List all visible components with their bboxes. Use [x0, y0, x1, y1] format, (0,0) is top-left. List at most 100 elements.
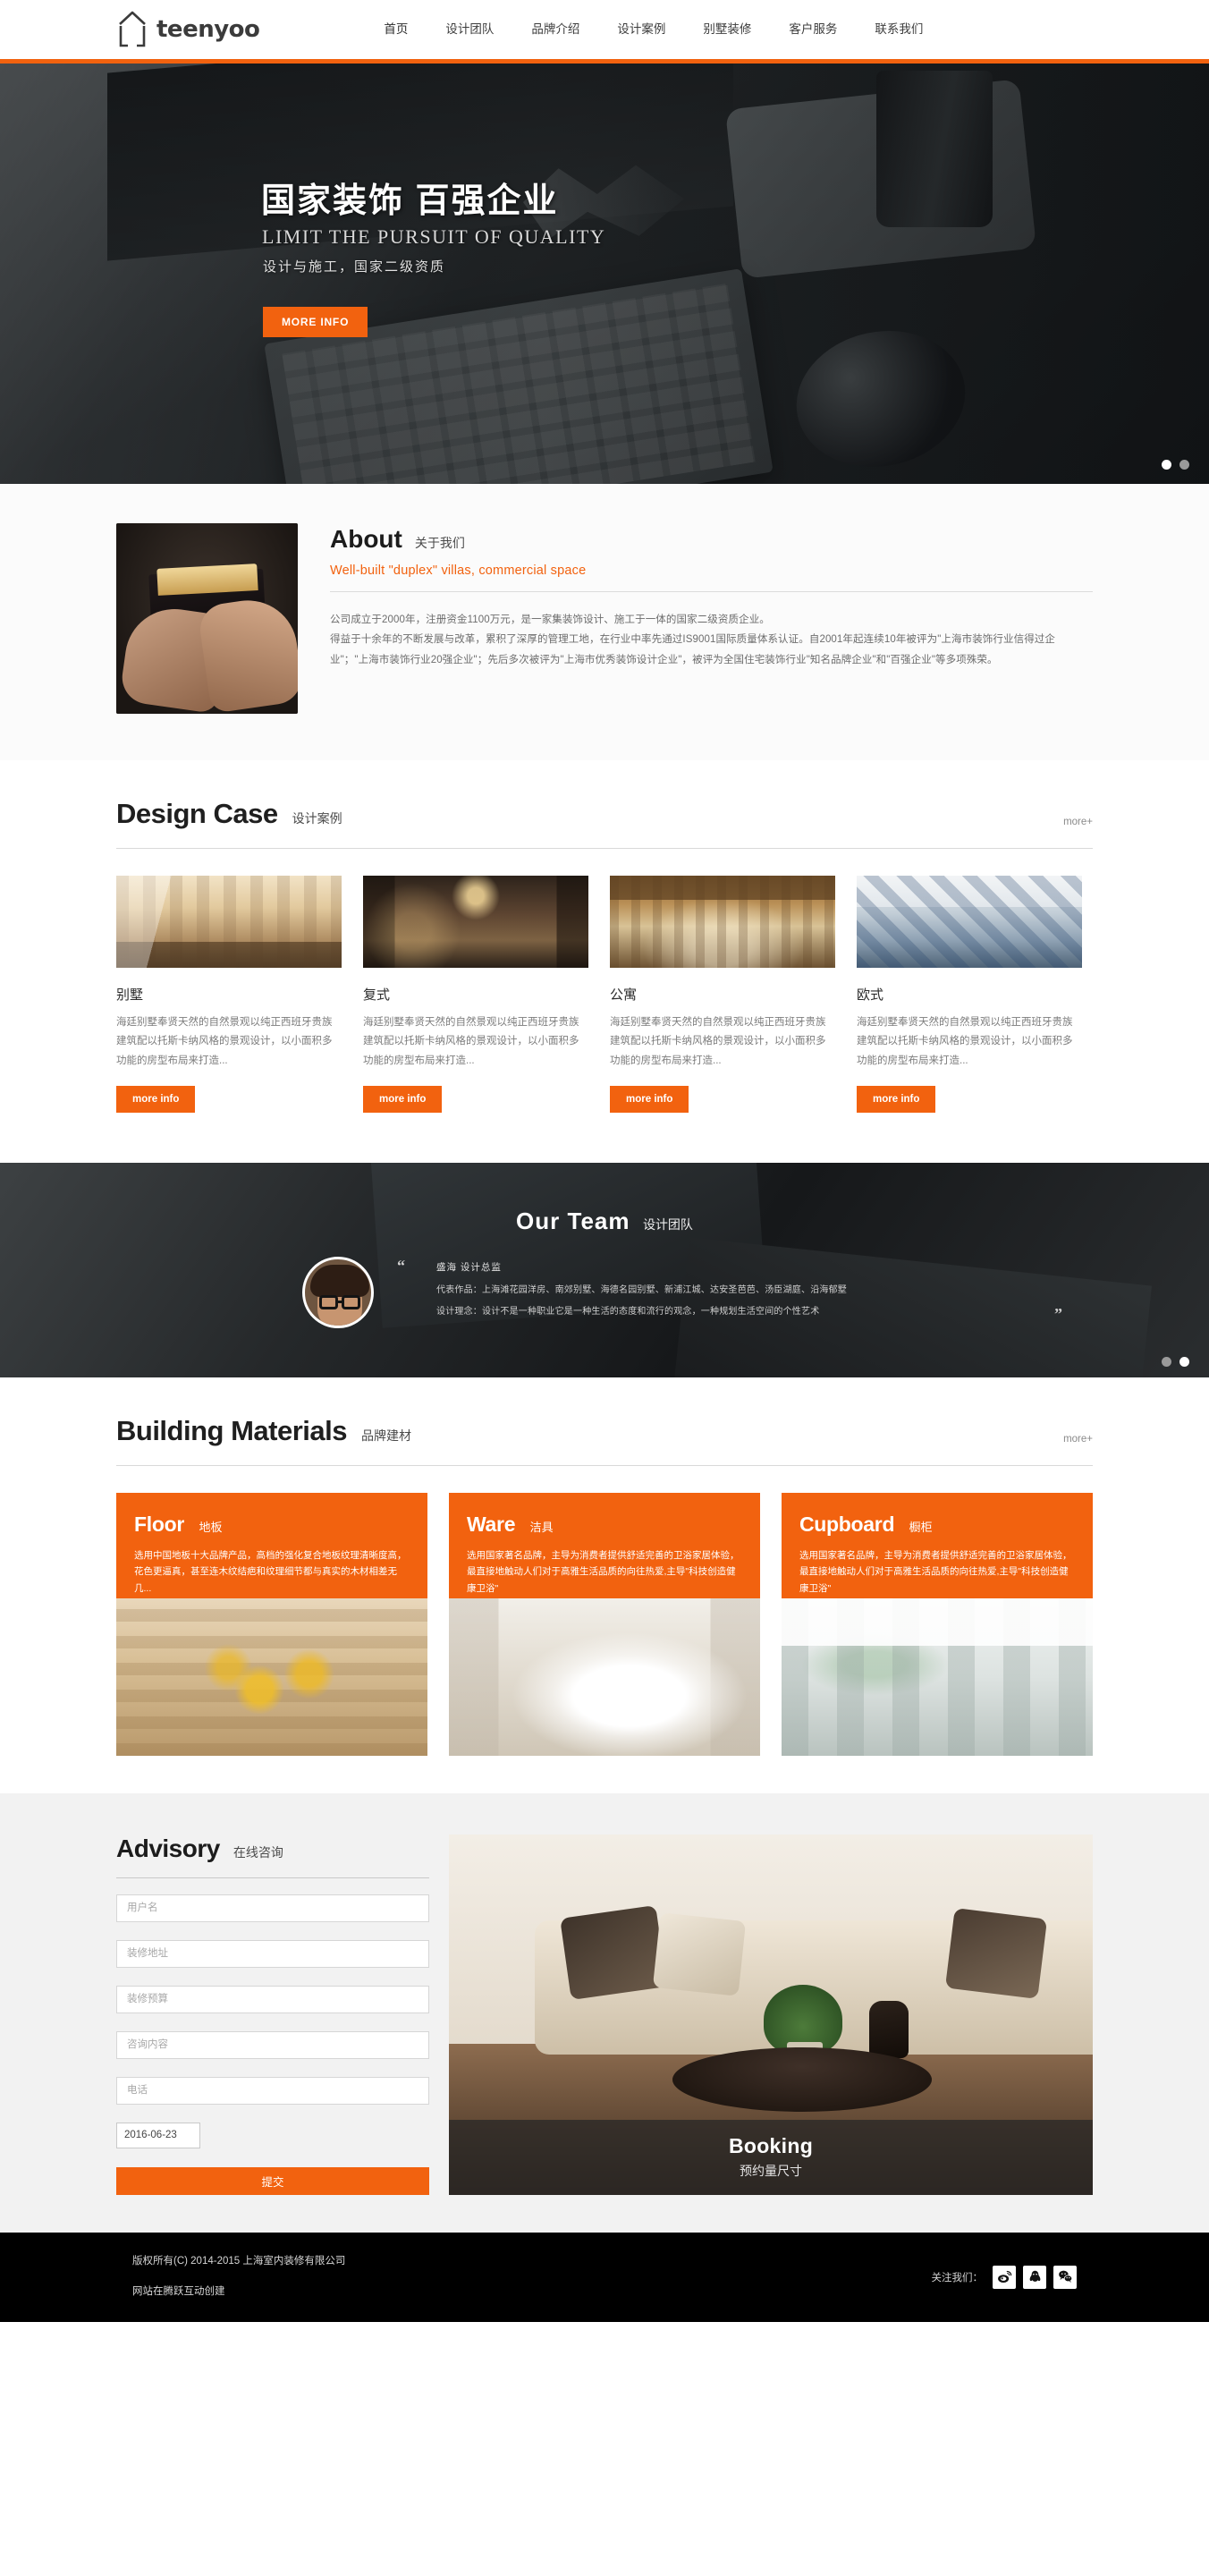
- materials-more-link[interactable]: more+: [1063, 1434, 1093, 1445]
- case-card[interactable]: 欧式 海廷别墅奉贤天然的自然景观以纯正西班牙贵族建筑配以托斯卡纳风格的景观设计，…: [857, 876, 1082, 1113]
- nav-item-contact[interactable]: 联系我们: [856, 0, 942, 59]
- team-carousel-dots: [1162, 1356, 1189, 1367]
- design-case-grid: 别墅 海廷别墅奉贤天然的自然景观以纯正西班牙贵族建筑配以托斯卡纳风格的景观设计，…: [116, 876, 1093, 1113]
- address-input[interactable]: [116, 1939, 429, 1968]
- case-card[interactable]: 公寓 海廷别墅奉贤天然的自然景观以纯正西班牙贵族建筑配以托斯卡纳风格的景观设计，…: [610, 876, 835, 1113]
- date-input[interactable]: [116, 2122, 200, 2148]
- material-card[interactable]: Cupboard 橱柜 选用国家著名品牌，主导为消费者提供舒适完善的卫浴家居体验…: [782, 1492, 1093, 1756]
- team-member-name: 盛海 设计总监: [436, 1261, 502, 1273]
- design-case-title-en: Design Case: [116, 798, 278, 829]
- materials-divider: [116, 1464, 1093, 1466]
- team-member-card: “ 盛海 设计总监 代表作品：上海滩花园洋房、南郊别墅、海德名园别墅、新浦江城、…: [116, 1256, 1093, 1328]
- hero-carousel-dots: [1162, 460, 1189, 470]
- material-card[interactable]: Ware 洁具 选用国家著名品牌，主导为消费者提供舒适完善的卫浴家居体验，最直接…: [449, 1492, 760, 1756]
- hero-carousel: 国家装饰 百强企业 LIMIT THE PURSUIT OF QUALITY 设…: [0, 59, 1209, 484]
- hero-more-info-button[interactable]: MORE INFO: [263, 307, 368, 337]
- case-thumbnail[interactable]: [610, 876, 835, 968]
- nav-item-villa[interactable]: 别墅装修: [684, 0, 770, 59]
- about-title-en: About: [330, 525, 402, 553]
- main-nav: 首页 设计团队 品牌介绍 设计案例 别墅装修 客户服务 联系我们: [365, 0, 942, 59]
- advisory-heading: Advisory 在线咨询: [116, 1835, 429, 1863]
- materials-title-en: Building Materials: [116, 1414, 347, 1446]
- team-member-philosophy: 设计理念：设计不是一种职业它是一种生活的态度和流行的观念，一种规划生活空间的个性…: [436, 1306, 820, 1317]
- about-heading: About 关于我们: [330, 525, 1093, 554]
- booking-image: Booking 预约量尺寸: [449, 1834, 1093, 2195]
- about-divider: [330, 591, 1093, 592]
- about-tagline: Well-built "duplex" villas, commercial s…: [330, 564, 587, 578]
- brand-logo[interactable]: teenyoo: [116, 10, 260, 49]
- case-description: 海廷别墅奉贤天然的自然景观以纯正西班牙贵族建筑配以托斯卡纳风格的景观设计，以小面…: [363, 1017, 579, 1066]
- username-input[interactable]: [116, 1894, 429, 1922]
- about-paragraph-2: 得益于十余年的不断发展与改革，累积了深厚的管理工地，在行业中率先通过IS9001…: [330, 634, 1055, 665]
- design-case-divider: [116, 848, 1093, 849]
- submit-button[interactable]: 提交: [116, 2166, 429, 2195]
- case-card[interactable]: 复式 海廷别墅奉贤天然的自然景观以纯正西班牙贵族建筑配以托斯卡纳风格的景观设计，…: [363, 876, 588, 1113]
- case-description: 海廷别墅奉贤天然的自然景观以纯正西班牙贵族建筑配以托斯卡纳风格的景观设计，以小面…: [857, 1017, 1073, 1066]
- case-more-info-button[interactable]: more info: [116, 1085, 196, 1113]
- case-title: 欧式: [857, 987, 884, 1003]
- team-section: Our Team 设计团队 “ 盛海 设计总监 代表作品：上海滩花园洋房、南郊别…: [0, 1162, 1209, 1377]
- about-title-cn: 关于我们: [414, 536, 465, 550]
- case-thumbnail[interactable]: [363, 876, 588, 968]
- design-case-heading: Design Case 设计案例 more+: [116, 798, 1093, 830]
- material-description: 选用国家著名品牌，主导为消费者提供舒适完善的卫浴家居体验，最直接地触动人们对于高…: [467, 1549, 740, 1594]
- material-title-en: Floor: [134, 1512, 184, 1536]
- wechat-icon[interactable]: [1053, 2265, 1077, 2289]
- quote-open-icon: “: [397, 1256, 405, 1275]
- footer-copyright: 版权所有(C) 2014-2015 上海室内装修有限公司: [132, 2256, 346, 2267]
- team-member-works: 代表作品：上海滩花园洋房、南郊别墅、海德名园别墅、新浦江城、达安圣芭芭、汤臣湖庭…: [436, 1284, 847, 1295]
- site-footer: 版权所有(C) 2014-2015 上海室内装修有限公司 网站在腾跃互动创建 关…: [0, 2232, 1209, 2322]
- hero-title-en: LIMIT THE PURSUIT OF QUALITY: [262, 225, 606, 248]
- case-thumbnail[interactable]: [857, 876, 1082, 968]
- team-dot-1[interactable]: [1162, 1356, 1171, 1367]
- design-case-more-link[interactable]: more+: [1063, 817, 1093, 827]
- material-title-cn: 洁具: [529, 1520, 554, 1534]
- hero-dot-2[interactable]: [1179, 460, 1189, 470]
- footer-text-block: 版权所有(C) 2014-2015 上海室内装修有限公司 网站在腾跃互动创建: [132, 2247, 345, 2307]
- nav-item-cases[interactable]: 设计案例: [598, 0, 684, 59]
- case-title: 复式: [363, 987, 391, 1003]
- about-section: About 关于我们 Well-built "duplex" villas, c…: [0, 484, 1209, 760]
- case-card[interactable]: 别墅 海廷别墅奉贤天然的自然景观以纯正西班牙贵族建筑配以托斯卡纳风格的景观设计，…: [116, 876, 342, 1113]
- content-input[interactable]: [116, 2030, 429, 2059]
- team-title-cn: 设计团队: [642, 1216, 693, 1232]
- material-card[interactable]: Floor 地板 选用中国地板十大品牌产品，高档的强化复合地板纹理清晰度高，花色…: [116, 1492, 427, 1756]
- about-paragraph-1: 公司成立于2000年，注册资金1100万元，是一家集装饰设计、施工于一体的国家二…: [330, 614, 770, 625]
- nav-item-brand[interactable]: 品牌介绍: [512, 0, 598, 59]
- house-icon: [116, 10, 148, 49]
- hero-dot-1[interactable]: [1162, 460, 1171, 470]
- about-image: [116, 523, 298, 714]
- team-heading: Our Team 设计团队: [116, 1163, 1093, 1235]
- materials-grid: Floor 地板 选用中国地板十大品牌产品，高档的强化复合地板纹理清晰度高，花色…: [116, 1492, 1093, 1756]
- advisory-divider: [116, 1877, 429, 1878]
- weibo-icon[interactable]: [993, 2265, 1016, 2289]
- team-dot-2[interactable]: [1179, 1356, 1189, 1367]
- quote-close-icon: ”: [1054, 1304, 1062, 1323]
- page-root: teenyoo 首页 设计团队 品牌介绍 设计案例 别墅装修 客户服务 联系我们…: [0, 0, 1209, 2576]
- materials-title-cn: 品牌建材: [360, 1428, 411, 1443]
- nav-item-home[interactable]: 首页: [365, 0, 427, 59]
- building-materials-section: Building Materials 品牌建材 more+ Floor 地板 选…: [0, 1377, 1209, 1756]
- case-more-info-button[interactable]: more info: [857, 1085, 936, 1113]
- material-title-cn: 橱柜: [909, 1520, 933, 1534]
- material-title-cn: 地板: [199, 1520, 223, 1534]
- qq-icon[interactable]: [1023, 2265, 1046, 2289]
- booking-title-en: Booking: [728, 2134, 814, 2158]
- phone-input[interactable]: [116, 2076, 429, 2105]
- material-image: [116, 1597, 427, 1756]
- team-title-en: Our Team: [516, 1207, 630, 1234]
- advisory-section: Advisory 在线咨询 提交: [0, 1792, 1209, 2233]
- case-description: 海廷别墅奉贤天然的自然景观以纯正西班牙贵族建筑配以托斯卡纳风格的景观设计，以小面…: [116, 1017, 333, 1066]
- case-more-info-button[interactable]: more info: [363, 1085, 443, 1113]
- material-title-en: Cupboard: [799, 1512, 895, 1536]
- material-title-en: Ware: [467, 1512, 516, 1536]
- nav-item-team[interactable]: 设计团队: [427, 0, 512, 59]
- hero-subtitle: 设计与施工，国家二级资质: [263, 259, 446, 275]
- material-image: [449, 1597, 760, 1756]
- budget-input[interactable]: [116, 1985, 429, 2013]
- footer-follow-label: 关注我们：: [931, 2272, 984, 2284]
- advisory-title-cn: 在线咨询: [232, 1844, 283, 1860]
- case-thumbnail[interactable]: [116, 876, 342, 968]
- nav-item-service[interactable]: 客户服务: [770, 0, 856, 59]
- case-more-info-button[interactable]: more info: [610, 1085, 689, 1113]
